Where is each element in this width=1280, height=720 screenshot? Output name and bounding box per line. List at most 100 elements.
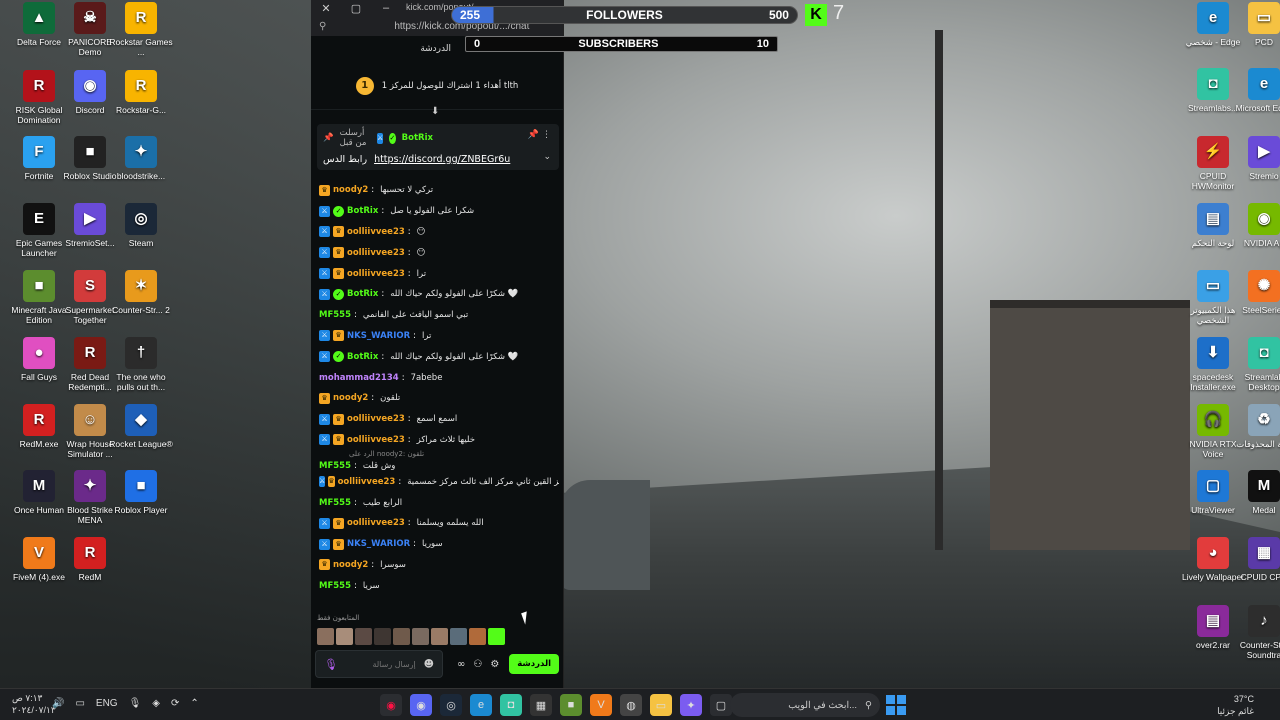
chat-message[interactable]: ⚔♛oolliivvee23: اول مركز القين ثاني مركز … xyxy=(319,471,559,492)
weather-widget[interactable]: 37°C غائم جزئيا xyxy=(1217,693,1254,717)
chat-message[interactable]: ⚔ ♛ NKS_WARIOR: ترا xyxy=(319,326,559,347)
wifi-icon[interactable]: ◈ xyxy=(152,698,160,709)
chat-message[interactable]: ⚔ ✓ BotRix: شكرا على الفولو يا صل xyxy=(319,201,559,222)
desktop-right-shortcut[interactable]: ✺ SteelSeries xyxy=(1232,270,1280,315)
chat-message[interactable]: ♛ noody2: سوسرا xyxy=(319,555,559,576)
chat-username[interactable]: mohammad2134 xyxy=(319,373,399,383)
pinned-discord-link[interactable]: https://discord.gg/ZNBEGr6u xyxy=(374,154,510,165)
viewer-avatar[interactable] xyxy=(374,628,391,645)
minecraft-taskbar-icon[interactable]: ■ xyxy=(560,694,582,716)
chat-message[interactable]: ⚔ ♛ oolliivvee23: 😶 xyxy=(319,222,559,243)
chat-username[interactable]: oolliivvee23 xyxy=(338,477,396,487)
desktop-left-shortcut[interactable]: ✦ bloodstrike... xyxy=(109,136,173,181)
desktop-left-shortcut[interactable]: ■ Roblox Player xyxy=(109,470,173,515)
maximize-icon[interactable]: ▢ xyxy=(341,2,371,15)
chat-username[interactable]: oolliivvee23 xyxy=(347,269,405,279)
desktop-right-shortcut[interactable]: ♪ Counter-St 2 Soundtra xyxy=(1232,605,1280,660)
desktop-right-shortcut[interactable]: ♻ سلة المحذوفات xyxy=(1232,404,1280,449)
taskbar-search-box[interactable]: ابحث في الويب... ⚲ xyxy=(730,693,880,717)
desktop-right-shortcut[interactable]: ▶ Stremio xyxy=(1232,136,1280,181)
chat-username[interactable]: oolliivvee23 xyxy=(347,518,405,528)
collapse-arrow-icon[interactable]: ⬇ xyxy=(431,106,439,117)
fivem-taskbar-icon[interactable]: V xyxy=(590,694,612,716)
obs-taskbar-icon[interactable]: ◍ xyxy=(620,694,642,716)
file-explorer-taskbar-icon[interactable]: ▭ xyxy=(650,694,672,716)
chat-message[interactable]: ⚔ ♛ oolliivvee23: اسمع اسمع xyxy=(319,409,559,430)
viewer-avatar[interactable] xyxy=(488,628,505,645)
chat-username[interactable]: MF555 xyxy=(319,498,351,508)
chat-username[interactable]: NKS_WARIOR xyxy=(347,539,410,549)
desktop-left-shortcut[interactable]: † The one who pulls out th... xyxy=(109,337,173,392)
viewer-avatar[interactable] xyxy=(317,628,334,645)
chat-username[interactable]: oolliivvee23 xyxy=(347,414,405,424)
chat-username[interactable]: MF555 xyxy=(319,461,351,471)
chat-username[interactable]: MF555 xyxy=(319,581,351,591)
chat-username[interactable]: NKS_WARIOR xyxy=(347,331,410,341)
chat-username[interactable]: noody2 xyxy=(333,560,368,570)
desktop-right-shortcut[interactable]: ▦ CPUID CPU xyxy=(1232,537,1280,582)
infinity-icon[interactable]: ∞ xyxy=(457,659,465,670)
desktop-left-shortcut[interactable]: R RedM xyxy=(58,537,122,582)
refresh-icon[interactable]: ⟳ xyxy=(171,698,179,709)
viewer-avatar[interactable] xyxy=(412,628,429,645)
language-indicator[interactable]: ENG xyxy=(96,698,118,709)
gift-leaderboard-banner[interactable]: 1 أهداء 1 اشتراك للوصول للمركز 1 tlth xyxy=(311,62,563,110)
chat-username[interactable]: noody2 xyxy=(333,393,368,403)
desktop-right-shortcut[interactable]: ◉ NVIDIA Ap xyxy=(1232,203,1280,248)
desktop-left-shortcut[interactable]: R Rockstar Games ... xyxy=(109,2,173,57)
chat-username[interactable]: BotRix xyxy=(347,289,378,299)
microphone-icon[interactable]: 🎙 xyxy=(324,658,338,671)
site-info-icon[interactable]: ⚲ xyxy=(319,21,326,32)
chat-message[interactable]: ♛ noody2: تلقون xyxy=(319,388,559,409)
display-icon[interactable]: ▭ xyxy=(75,698,84,709)
close-icon[interactable]: ✕ xyxy=(311,2,341,15)
chat-message[interactable]: ⚔ ✓ BotRix: شكرًا على الفولو ولكم حياك الله… xyxy=(319,284,559,305)
chat-message[interactable]: MF555: سريا xyxy=(319,575,559,596)
emoji-icon[interactable]: ☻ xyxy=(424,659,434,670)
steam-taskbar-icon[interactable]: ◎ xyxy=(440,694,462,716)
desktop-left-shortcut[interactable]: ◆ Rocket League® xyxy=(109,404,173,449)
chat-message[interactable]: ⚔ ♛ oolliivvee23: 😶 xyxy=(319,242,559,263)
desktop-left-shortcut[interactable]: R Rockstar-G... xyxy=(109,70,173,115)
chevron-up-icon[interactable]: ⌃ xyxy=(190,698,198,709)
chrome-taskbar-icon[interactable]: ◉ xyxy=(380,694,402,716)
viewer-avatar[interactable] xyxy=(393,628,410,645)
chat-username[interactable]: oolliivvee23 xyxy=(347,435,405,445)
windows-start-icon[interactable] xyxy=(886,695,906,715)
chat-message[interactable]: ⚔ ✓ BotRix: شكرًا على الفولو ولكم حياك الله… xyxy=(319,346,559,367)
desktop-right-shortcut[interactable]: M Medal xyxy=(1232,470,1280,515)
task-view-icon[interactable]: ▢ xyxy=(710,694,732,716)
desktop-right-shortcut[interactable]: ▭ PCD xyxy=(1232,2,1280,47)
streamlabs-taskbar-icon[interactable]: ◘ xyxy=(500,694,522,716)
chat-message[interactable]: ♛ noody2: تركي لا تحسبها xyxy=(319,180,559,201)
chat-message[interactable]: mohammad2134:7abebe xyxy=(319,367,559,388)
chat-username[interactable]: noody2 xyxy=(333,185,368,195)
chat-username[interactable]: oolliivvee23 xyxy=(347,227,405,237)
chat-message[interactable]: ⚔ ♛ NKS_WARIOR: سوريا xyxy=(319,534,559,555)
copilot-taskbar-icon[interactable]: ✦ xyxy=(680,694,702,716)
chat-tab-label[interactable]: الدردشة xyxy=(420,44,451,54)
chat-message-box[interactable]: 🎙 ☻ xyxy=(315,650,443,678)
discord-taskbar-icon[interactable]: ◉ xyxy=(410,694,432,716)
send-chat-button[interactable]: الدردشة xyxy=(509,654,560,674)
chat-username[interactable]: oolliivvee23 xyxy=(347,248,405,258)
chat-username[interactable]: BotRix xyxy=(347,206,378,216)
desktop-left-shortcut[interactable]: ◎ Steam xyxy=(109,203,173,248)
users-icon[interactable]: ⚇ xyxy=(473,659,482,670)
microphone-tray-icon[interactable]: 🎙 xyxy=(129,698,142,709)
desktop-right-shortcut[interactable]: e Microsoft Edge xyxy=(1232,68,1280,113)
chat-message[interactable]: MF555: تبي اسمو اليافث على الفانمي xyxy=(319,305,559,326)
gear-icon[interactable]: ⚙ xyxy=(490,659,499,670)
chat-username[interactable]: MF555 xyxy=(319,310,351,320)
pin-options-icon[interactable]: 📌 ⋮ xyxy=(528,130,551,140)
pinned-message[interactable]: 📌 أرسلت من قبل ⚔ ✓ BotRix رابط الدس http… xyxy=(317,124,559,170)
viewer-avatar[interactable] xyxy=(336,628,353,645)
pinned-username[interactable]: BotRix xyxy=(402,133,433,143)
chat-username[interactable]: BotRix xyxy=(347,352,378,362)
minimize-icon[interactable]: – xyxy=(371,2,401,14)
chat-message[interactable]: MF555: الرابع طيب xyxy=(319,492,559,513)
viewer-avatar[interactable] xyxy=(469,628,486,645)
taskbar-clock[interactable]: ٧:١٣ ص ٢٠٢٤/٠٧/١٣ xyxy=(12,692,56,716)
chevron-down-icon[interactable]: ⌄ xyxy=(543,152,551,162)
chat-message[interactable]: MF555: وش قلت xyxy=(319,460,559,471)
